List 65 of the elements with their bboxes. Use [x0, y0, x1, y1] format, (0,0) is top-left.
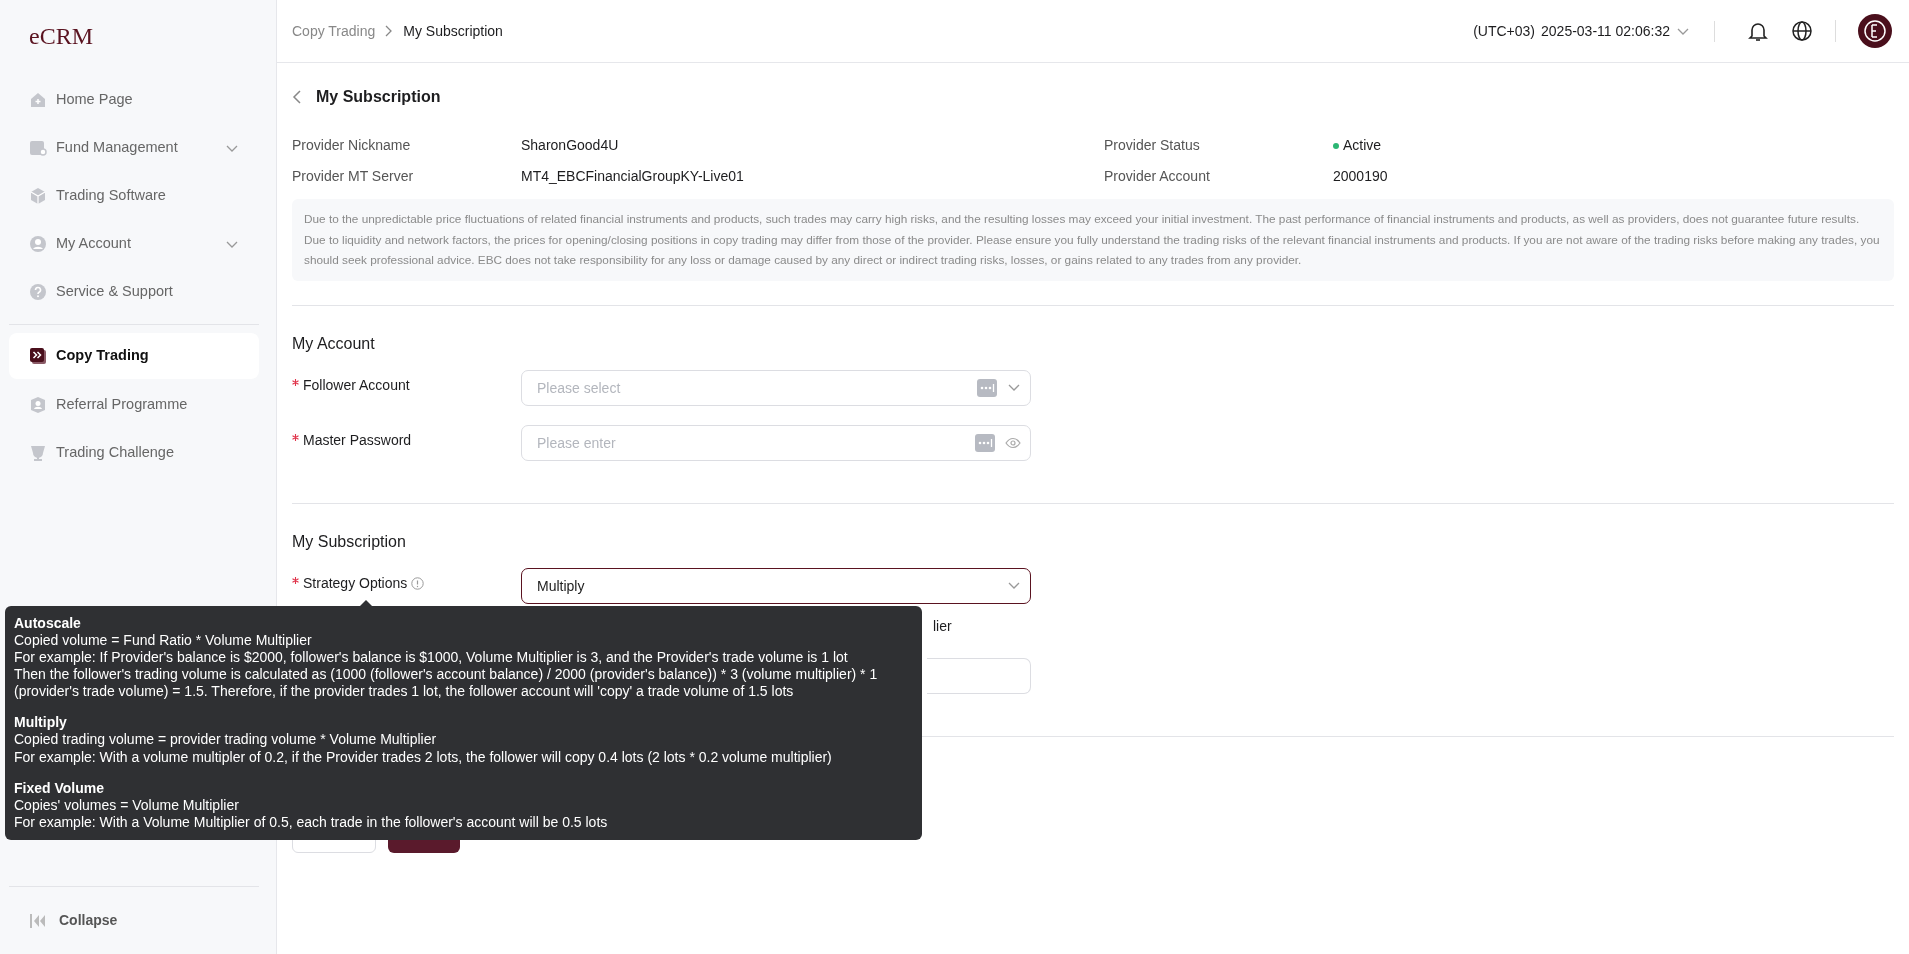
tooltip-text: Copied trading volume = provider trading volume * Volume Multiplier — [14, 731, 438, 749]
cube-icon — [29, 187, 47, 205]
collapse-button[interactable]: Collapse — [59, 910, 118, 931]
sidebar-item[interactable]: Referral Programme — [9, 385, 259, 425]
tooltip-text: Copies' volumes = Volume Multiplier — [14, 796, 240, 814]
section-title: My Account — [292, 333, 376, 354]
avatar-icon — [1858, 14, 1892, 48]
info-label: Provider Status — [1104, 136, 1201, 155]
section-title: My Subscription — [292, 531, 407, 552]
field-label: Strategy Options — [303, 573, 408, 593]
tooltip-text: For example: With a Volume Multiplier of 0.5, each trade in the follower's account will be 0.5 lots — [14, 813, 609, 831]
sidebar-item[interactable]: Copy Trading — [9, 333, 259, 379]
user-icon — [29, 235, 47, 253]
back-icon — [292, 90, 302, 104]
breadcrumb-item[interactable]: Copy Trading — [292, 20, 376, 42]
trophy-icon — [29, 444, 47, 462]
info-label: Provider Account — [1104, 167, 1211, 186]
sidebar-item[interactable]: Trading Software — [9, 176, 259, 216]
chevron-down-icon — [1007, 581, 1021, 591]
app-logo[interactable]: eCRM — [9, 0, 259, 80]
wallet-icon — [29, 139, 47, 157]
copy-trading-icon — [29, 347, 47, 365]
chevron-down-icon — [1676, 26, 1690, 36]
sidebar-item[interactable]: My Account — [9, 224, 259, 264]
info-value: SharonGood4U — [521, 136, 619, 155]
sidebar-item[interactable]: Fund Management — [9, 128, 259, 168]
info-icon — [411, 576, 425, 590]
home-icon — [29, 91, 47, 109]
field-label: Master Password — [303, 430, 412, 450]
info-value: 2000190 — [1333, 167, 1388, 186]
tooltip-text: For example: If Provider's balance is $2000, follower's balance is $1000, Volume Multiplier is 3, and the Provider's trade volume is 1 lot — [14, 649, 849, 667]
help-icon — [29, 283, 47, 301]
timezone-label[interactable]: (UTC+03) — [1473, 20, 1536, 42]
field-label: Follower Account — [303, 375, 410, 395]
referral-icon — [29, 396, 47, 414]
tooltip-heading: Autoscale — [14, 615, 82, 633]
collapse-icon — [29, 911, 47, 930]
info-value: Active — [1343, 136, 1382, 155]
select-field[interactable]: Please select — [521, 369, 1031, 406]
datetime-label: 2025-03-11 02:06:32 — [1541, 21, 1670, 41]
tooltip-heading: Multiply — [14, 714, 68, 732]
disclaimer-text: Due to the unpredictable price fluctuations of related financial instruments and products, such trades may carry high risks, and the resulting losses may exceed your initial investment. The past performance of financial instruments and products, as well as providers, does not guarantee future results. Due to liquidity and network factors, the prices for opening/closing positions in copy trading may differ from those of the provider. Please ensure you fully understand the trading risks of the relevant financial instruments and products. If you are not aware of the trading risks before making any trades, you should seek professional advice. EBC does not take responsibility for any loss or damage caused by any direct or indirect trading risks, losses, or gains related to any trades from any provider. — [292, 199, 1894, 281]
input-field[interactable]: Please enter — [521, 424, 1031, 461]
globe-icon — [1791, 20, 1813, 42]
sidebar-item[interactable]: Home Page — [9, 80, 259, 120]
select-field[interactable]: Multiply — [521, 567, 1031, 604]
breadcrumb-item: My Subscription — [403, 21, 503, 41]
required-icon — [292, 577, 299, 585]
info-label: Provider Nickname — [292, 136, 412, 155]
tooltip-text: For example: With a volume multipler of 0.2, if the Provider trades 2 lots, the follower will copy 0.4 lots (2 lots * 0.2 volume multiplier) — [14, 748, 833, 766]
required-icon — [292, 379, 299, 387]
info-label: Provider MT Server — [292, 167, 415, 186]
bell-icon — [1747, 20, 1769, 42]
tooltip-text: Then the follower's trading volume is calculated as (1000 (follower's account balance) / 2000 (provider's balance)) * 3 (volume multiplier) * 1 (provider's trade volume) = 1.5. Therefore, if the provider trades 1 lot, the follower account will 'copy' a trade volume of 1.5 lots — [14, 666, 879, 701]
tooltip-heading: Fixed Volume — [14, 779, 105, 797]
required-icon — [292, 434, 299, 442]
tooltip-text: Copied volume = Fund Ratio * Volume Multiplier — [14, 632, 313, 650]
eye-icon — [1005, 436, 1021, 449]
input-field[interactable] — [927, 657, 1031, 694]
chevron-down-icon — [1007, 383, 1021, 393]
page-title: My Subscription — [316, 87, 441, 107]
sidebar-item[interactable]: Service & Support — [9, 272, 259, 312]
info-value: MT4_EBCFinancialGroupKY-Live01 — [521, 167, 744, 186]
sidebar-item[interactable]: Trading Challenge — [9, 433, 259, 473]
option-label: lier — [933, 617, 952, 634]
